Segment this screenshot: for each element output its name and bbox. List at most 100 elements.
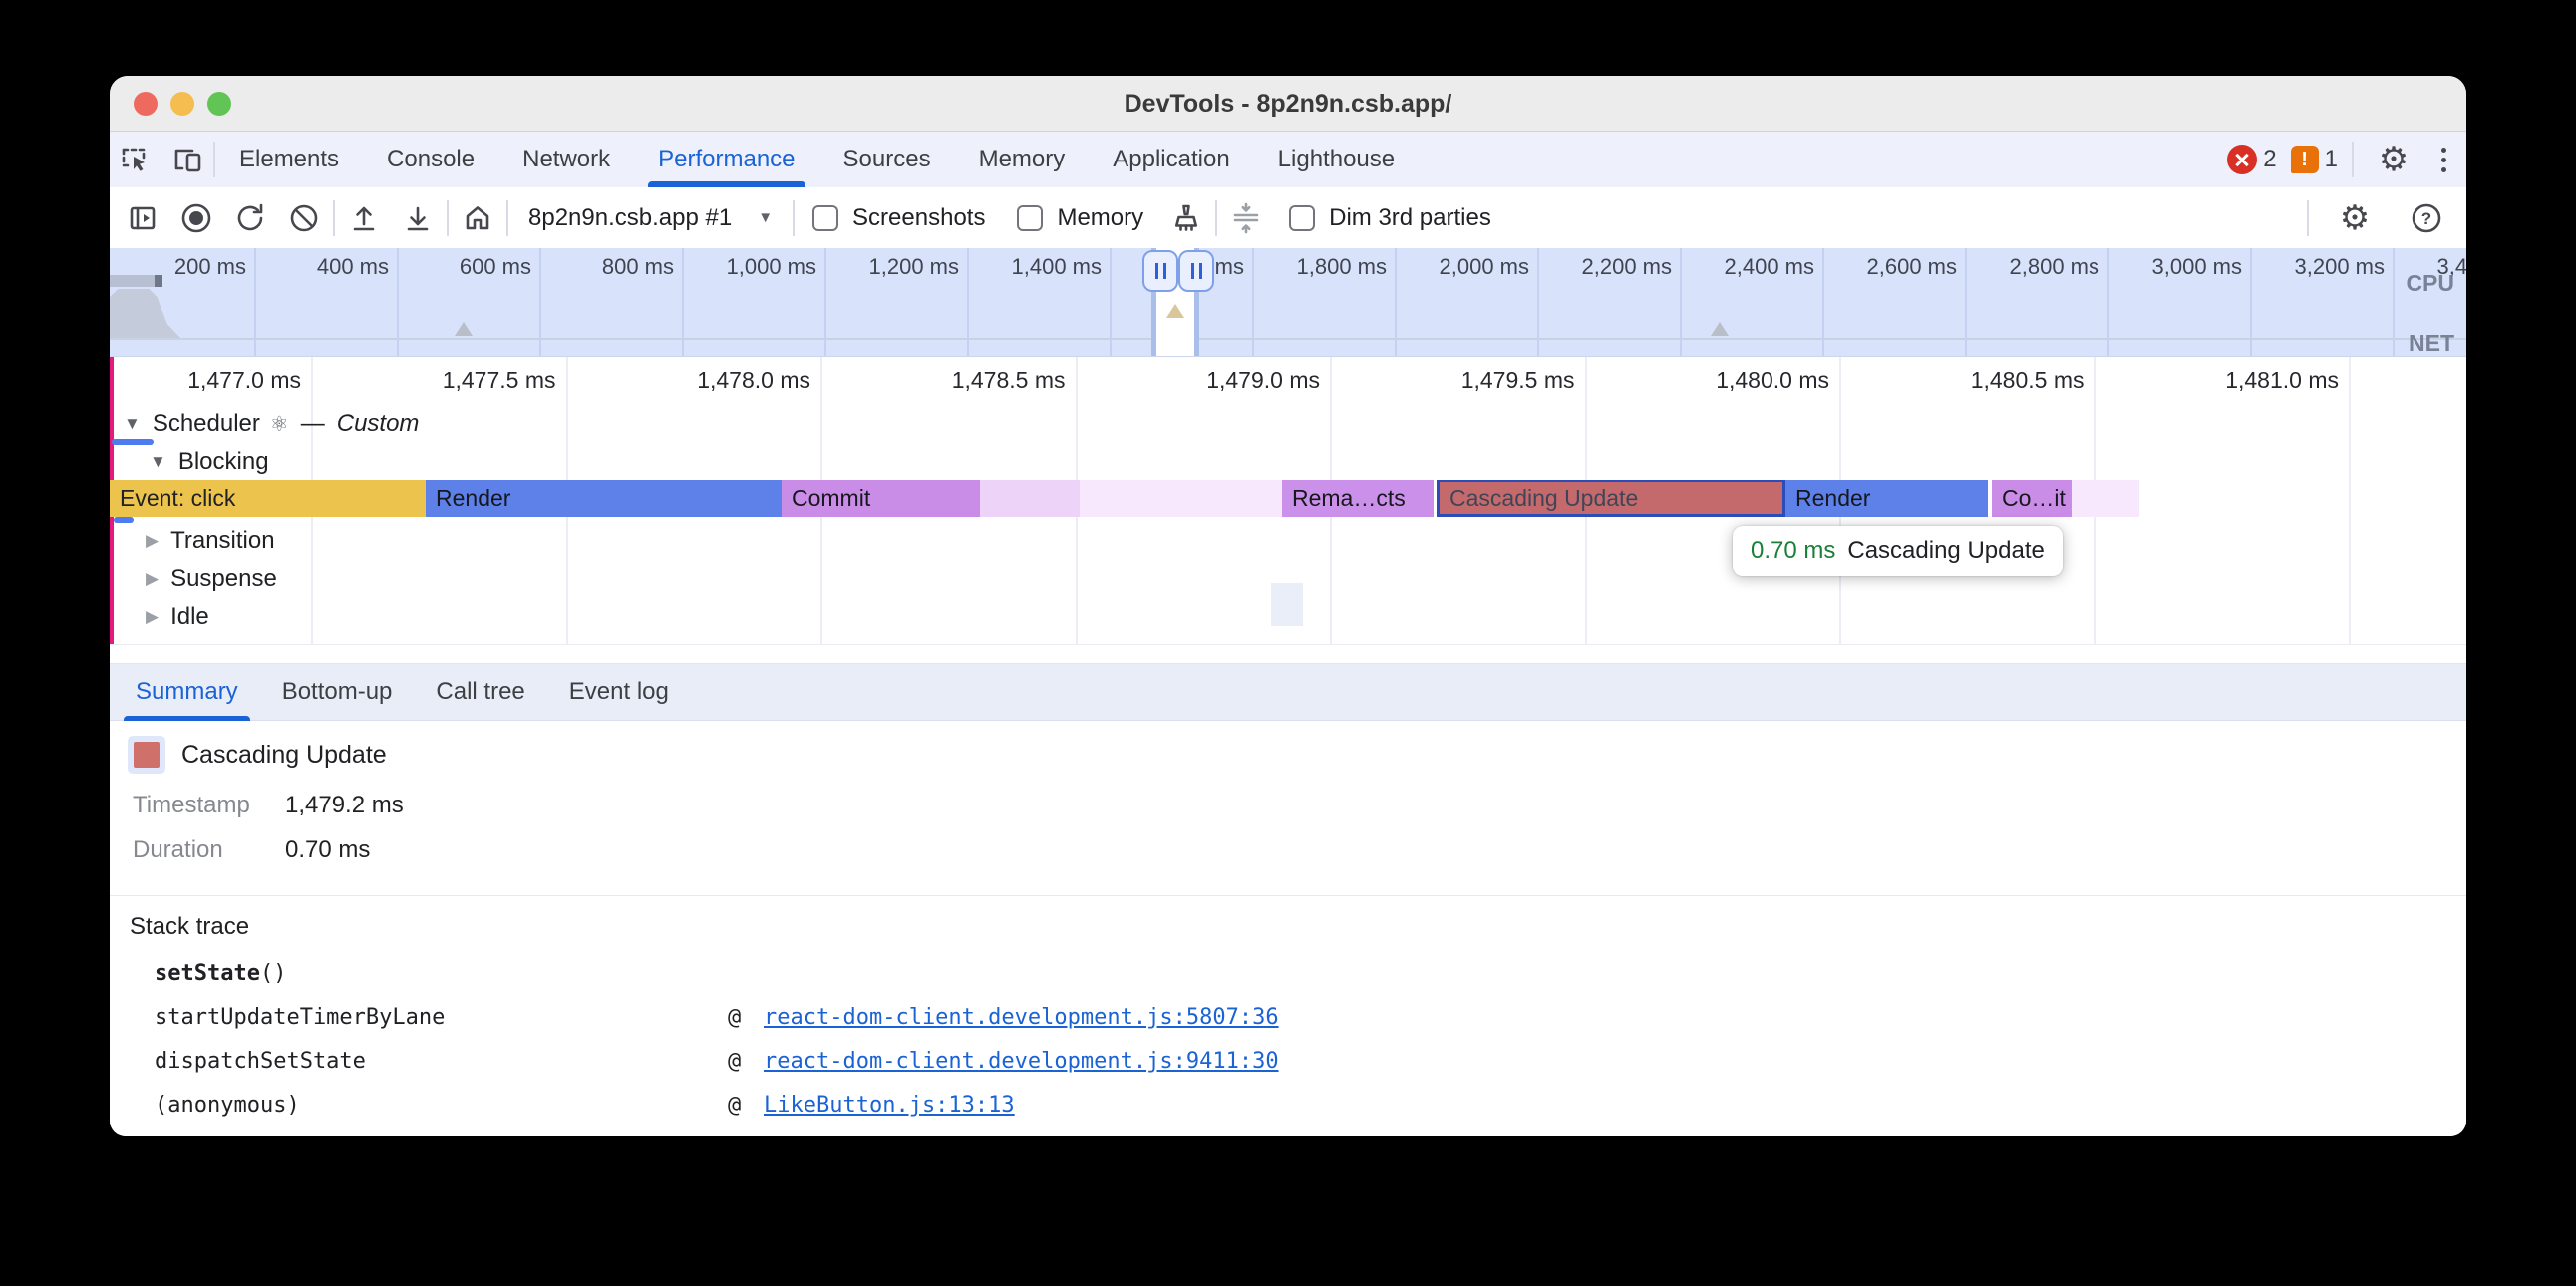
memory-checkbox[interactable]: Memory (1003, 204, 1157, 232)
track-scheduler-label: Scheduler (153, 410, 260, 438)
flame-bar[interactable] (2072, 480, 2139, 517)
checkbox-box (1017, 205, 1043, 231)
tab-lighthouse[interactable]: Lighthouse (1254, 132, 1419, 187)
tab-sources[interactable]: Sources (819, 132, 955, 187)
capture-settings-gear-button[interactable]: ⚙ (2329, 194, 2381, 242)
selection-left-handle[interactable] (1142, 250, 1178, 292)
overview-cpu-activity (110, 289, 181, 339)
details-tab-call-tree[interactable]: Call tree (414, 663, 546, 721)
clear-recording-button[interactable] (279, 193, 329, 243)
toggle-sidebar-button[interactable] (118, 193, 167, 243)
load-profile-button[interactable] (339, 193, 389, 243)
shortcuts-dialog-button[interactable] (1221, 193, 1271, 243)
details-tab-event-log[interactable]: Event log (547, 663, 691, 721)
inspect-element-button[interactable] (110, 136, 161, 183)
track-row-suspense[interactable]: ▶ Suspense (110, 560, 2466, 598)
frame-source-link[interactable]: LikeButton.js:13:13 (764, 1093, 1015, 1118)
detail-tick-label: 1,479.5 ms (1461, 367, 1585, 394)
error-icon (2227, 145, 2257, 174)
summary-event-title: Cascading Update (181, 741, 387, 770)
overview-tick-label: 2,000 ms (1440, 254, 1538, 280)
history-dropdown[interactable]: 8p2n9n.csb.app #1 ▼ (512, 204, 789, 232)
more-options-button[interactable] (2433, 148, 2454, 172)
detail-tick-label: 1,478.5 ms (952, 367, 1076, 394)
detail-tick-label: 1,480.5 ms (1971, 367, 2094, 394)
frame-function-name: dispatchSetState (155, 1049, 728, 1074)
tab-application[interactable]: Application (1089, 132, 1253, 187)
main-tabs: ElementsConsoleNetworkPerformanceSources… (215, 132, 1419, 187)
chevron-expanded-icon[interactable]: ▼ (124, 414, 141, 434)
chevron-collapsed-icon[interactable]: ▶ (146, 607, 159, 627)
flame-bar-event-click[interactable]: Event: click (110, 480, 426, 517)
details-tab-bottom-up[interactable]: Bottom-up (260, 663, 415, 721)
entry-parens: () (260, 961, 287, 986)
frame-function-name: (anonymous) (155, 1093, 728, 1118)
chevron-down-icon: ▼ (758, 209, 773, 226)
flame-bar-render[interactable]: Render (1785, 480, 1988, 517)
error-badge[interactable]: 2 (2227, 145, 2276, 174)
flame-bar[interactable] (1080, 480, 1282, 517)
tab-memory[interactable]: Memory (955, 132, 1090, 187)
collect-garbage-button[interactable] (1161, 193, 1211, 243)
summary-pane: Cascading Update Timestamp1,479.2 msDura… (110, 722, 2466, 1136)
toggle-device-toolbar-button[interactable] (161, 136, 213, 183)
devtools-tab-bar: ElementsConsoleNetworkPerformanceSources… (110, 132, 2466, 187)
checkbox-box (812, 205, 838, 231)
frame-source-link[interactable]: react-dom-client.development.js:5807:36 (764, 1005, 1279, 1030)
details-tab-summary[interactable]: Summary (114, 663, 260, 721)
flame-bar[interactable] (980, 480, 1080, 517)
dim-third-parties-checkbox[interactable]: Dim 3rd parties (1275, 204, 1505, 232)
overview-tick-label: 1,200 ms (869, 254, 968, 280)
tab-console[interactable]: Console (363, 132, 498, 187)
detail-tick-label: 1,477.5 ms (443, 367, 566, 394)
event-swatch-halo (128, 736, 165, 774)
history-dropdown-value: 8p2n9n.csb.app #1 (528, 204, 732, 232)
record-button[interactable] (171, 193, 221, 243)
overview-tick-label: 800 ms (602, 254, 682, 280)
flame-bar-commit[interactable]: Commit (782, 480, 980, 517)
flame-bar-rema-cts[interactable]: Rema…cts (1282, 480, 1434, 517)
timeline-overview[interactable]: 200 ms400 ms600 ms800 ms1,000 ms1,200 ms… (110, 248, 2466, 357)
help-button[interactable]: ? (2401, 194, 2452, 242)
warning-icon: ! (2291, 146, 2319, 173)
home-button[interactable] (453, 193, 502, 243)
overview-tick-label: 3,000 ms (2152, 254, 2251, 280)
toolbar-separator (1215, 200, 1217, 236)
field-value: 0.70 ms (285, 836, 370, 864)
warning-badge[interactable]: ! 1 (2291, 146, 2338, 173)
track-row-label: Suspense (170, 565, 277, 593)
toolbar-separator (2307, 200, 2309, 236)
track-row-label: Transition (170, 527, 274, 555)
track-scheduler-header[interactable]: ▼ Scheduler ⚛ — Custom (110, 405, 2466, 443)
gear-icon: ⚙ (2379, 143, 2409, 176)
flame-chart-pane[interactable]: ▼ Scheduler ⚛ — Custom ▼Blocking ▶ Transit… (110, 357, 2466, 663)
frame-source-link[interactable]: react-dom-client.development.js:9411:30 (764, 1049, 1279, 1074)
summary-field-duration: Duration0.70 ms (133, 836, 370, 864)
stack-frame: dispatchSetState@react-dom-client.develo… (155, 1049, 1279, 1074)
flame-bar-render[interactable]: Render (426, 480, 782, 517)
track-row-transition[interactable]: ▶ Transition (110, 522, 2466, 560)
dim-third-parties-label: Dim 3rd parties (1329, 204, 1491, 232)
net-lane-label: NET (2409, 330, 2454, 357)
selection-right-handle[interactable] (1178, 250, 1214, 292)
track-row-blocking[interactable]: ▼Blocking (110, 443, 2466, 481)
track-row-idle[interactable]: ▶Idle (110, 598, 2466, 636)
tab-elements[interactable]: Elements (215, 132, 363, 187)
flame-bar-co-it[interactable]: Co…it (1992, 480, 2072, 517)
chevron-expanded-icon[interactable]: ▼ (150, 452, 166, 472)
memory-label: Memory (1057, 204, 1143, 232)
record-and-reload-button[interactable] (225, 193, 275, 243)
detail-tick-label: 1,479.0 ms (1206, 367, 1330, 394)
chevron-collapsed-icon[interactable]: ▶ (146, 531, 159, 551)
tab-performance[interactable]: Performance (634, 132, 818, 187)
overview-tick-label: 1,000 ms (727, 254, 825, 280)
frame-function-name: startUpdateTimerByLane (155, 1005, 728, 1030)
tab-network[interactable]: Network (498, 132, 634, 187)
overview-tick-label: 2,400 ms (1725, 254, 1823, 280)
chevron-collapsed-icon[interactable]: ▶ (146, 569, 159, 589)
save-profile-button[interactable] (393, 193, 443, 243)
flame-bar-cascading-update[interactable]: Cascading Update (1437, 480, 1785, 517)
screenshots-checkbox[interactable]: Screenshots (799, 204, 999, 232)
settings-gear-button[interactable]: ⚙ (2368, 136, 2419, 183)
details-tab-bar: SummaryBottom-upCall treeEvent log (110, 663, 2466, 721)
